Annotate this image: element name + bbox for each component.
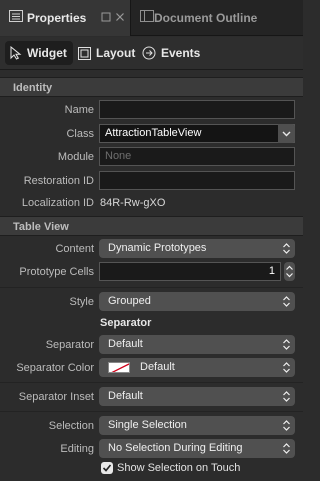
editing-popup[interactable]: No Selection During Editing <box>99 439 295 458</box>
separator-inset-label: Separator Inset <box>18 391 94 403</box>
segment-widget-label: Widget <box>27 46 67 60</box>
checkmark-icon <box>102 464 112 472</box>
segment-layout[interactable]: Layout <box>73 41 141 65</box>
tab-document-outline[interactable]: Document Outline <box>132 0 303 36</box>
divider <box>0 411 303 412</box>
updown-arrows-icon <box>283 391 290 402</box>
tab-document-outline-label: Document Outline <box>154 11 258 25</box>
separator-inset-popup[interactable]: Default <box>99 387 295 406</box>
divider <box>0 287 303 288</box>
content-label: Content <box>55 243 94 255</box>
panel-tab-bar: Properties Document Outline <box>0 0 303 36</box>
class-dropdown-button[interactable] <box>278 124 295 143</box>
restoration-id-label: Restoration ID <box>23 175 94 187</box>
style-popup[interactable]: Grouped <box>99 292 295 311</box>
separator-popup[interactable]: Default <box>99 335 295 354</box>
prototype-cells-stepper[interactable] <box>284 262 295 281</box>
stepper-icon <box>286 265 293 278</box>
editing-label: Editing <box>60 443 94 455</box>
module-field[interactable]: None <box>99 147 295 166</box>
tab-properties-label: Properties <box>27 11 87 25</box>
selection-value: Single Selection <box>108 419 187 431</box>
segment-layout-label: Layout <box>96 46 136 60</box>
module-label: Module <box>57 151 94 163</box>
float-icon[interactable] <box>101 12 111 22</box>
separator-inset-value: Default <box>108 390 143 402</box>
selection-label: Selection <box>48 420 94 432</box>
updown-arrows-icon <box>283 362 290 373</box>
chevron-down-icon <box>282 131 291 137</box>
editing-value: No Selection During Editing <box>108 442 243 454</box>
name-label: Name <box>64 104 94 116</box>
segment-widget[interactable]: Widget <box>5 41 73 65</box>
updown-arrows-icon <box>283 296 290 307</box>
section-header-identity: Identity <box>0 77 303 97</box>
updown-arrows-icon <box>283 243 290 254</box>
class-label: Class <box>66 128 94 140</box>
updown-arrows-icon <box>283 339 290 350</box>
separator-subheader: Separator <box>100 317 152 329</box>
class-value: AttractionTableView <box>105 127 202 139</box>
restoration-id-field[interactable] <box>99 171 295 190</box>
layout-icon <box>78 46 91 60</box>
segment-events-label: Events <box>161 46 201 60</box>
section-header-identity-label: Identity <box>13 82 53 94</box>
prototype-cells-field[interactable]: 1 <box>99 262 281 281</box>
section-header-table-view-label: Table View <box>13 221 69 233</box>
divider <box>0 382 303 383</box>
events-icon <box>142 46 156 60</box>
properties-icon <box>9 10 23 22</box>
selection-popup[interactable]: Single Selection <box>99 416 295 435</box>
separator-color-value: Default <box>140 361 175 373</box>
show-selection-label: Show Selection on Touch <box>117 462 241 474</box>
section-header-table-view: Table View <box>0 216 303 236</box>
separator-color-popup[interactable]: Default <box>99 358 295 377</box>
document-outline-icon <box>140 10 154 22</box>
content-value: Dynamic Prototypes <box>108 242 207 254</box>
separator-color-label: Separator Color <box>16 362 94 374</box>
localization-id-label: Localization ID <box>21 197 94 209</box>
localization-id-value: 84R-Rw-gXO <box>100 197 166 209</box>
close-icon[interactable] <box>115 12 125 22</box>
separator-value: Default <box>108 338 143 350</box>
class-combo[interactable]: AttractionTableView <box>99 124 295 143</box>
updown-arrows-icon <box>283 443 290 454</box>
segment-events[interactable]: Events <box>137 41 206 65</box>
style-label: Style <box>69 296 94 308</box>
style-value: Grouped <box>108 295 151 307</box>
name-field[interactable] <box>99 100 295 119</box>
tab-properties[interactable]: Properties <box>0 0 131 36</box>
prototype-cells-label: Prototype Cells <box>19 266 94 278</box>
default-color-swatch <box>108 362 130 373</box>
content-popup[interactable]: Dynamic Prototypes <box>99 239 295 258</box>
updown-arrows-icon <box>283 420 290 431</box>
show-selection-checkbox[interactable] <box>101 462 113 474</box>
separator-label: Separator <box>45 339 94 351</box>
pointer-icon <box>10 46 22 60</box>
inspector-mode-bar: Widget Layout Events <box>0 37 303 70</box>
